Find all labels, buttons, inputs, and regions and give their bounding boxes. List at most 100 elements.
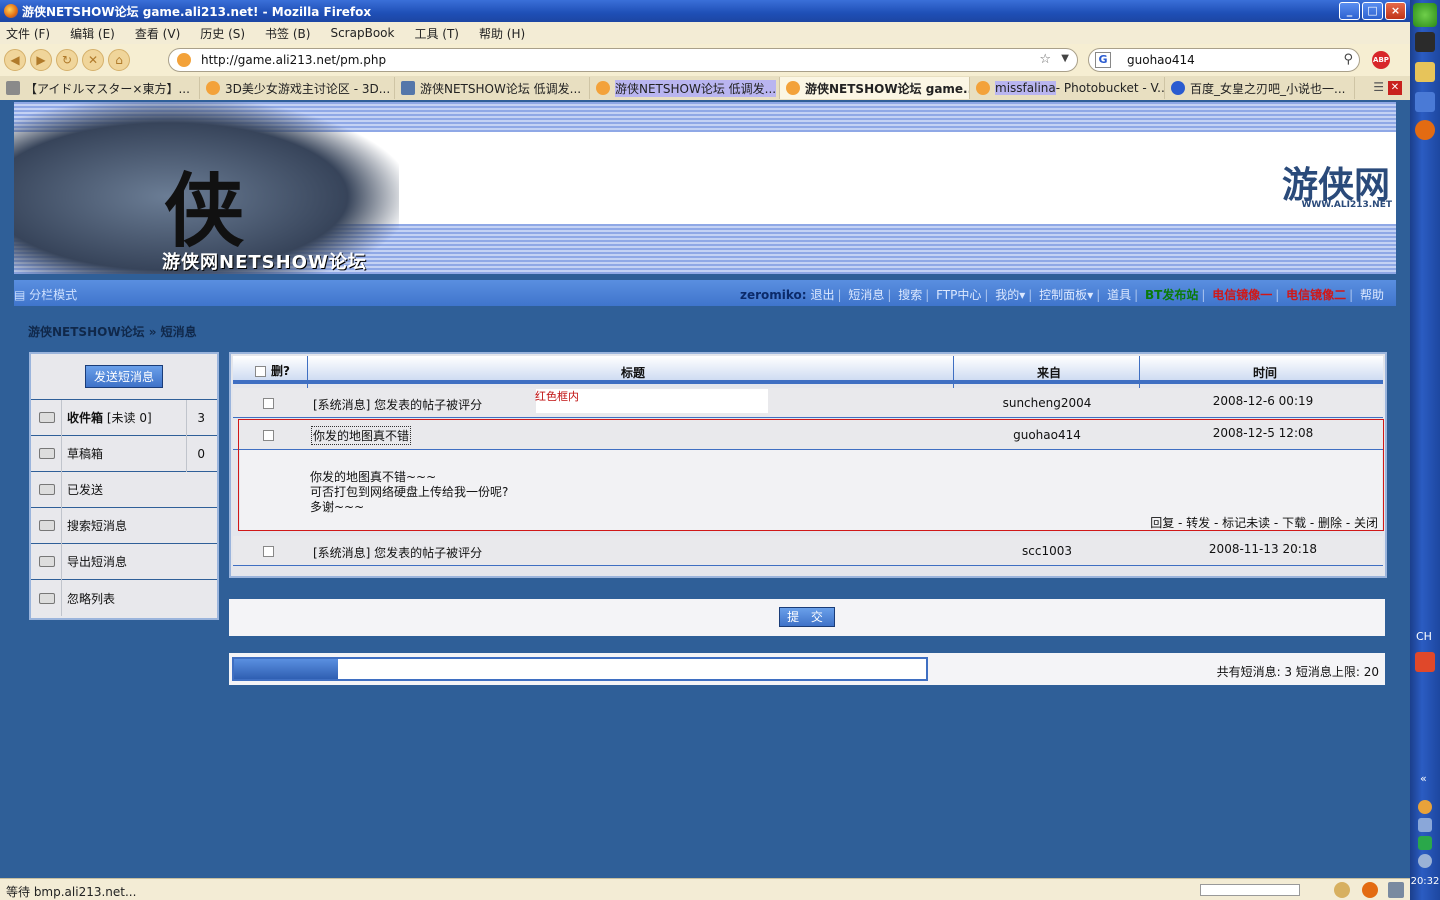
search-link[interactable]: 搜索	[898, 288, 922, 302]
taskbar-app-icon[interactable]	[1415, 32, 1435, 52]
pm-link[interactable]: 短消息	[848, 288, 884, 302]
help-link[interactable]: 帮助	[1360, 288, 1384, 302]
tab-bar: 【アイドルマスター×東方】... 3D美少女游戏主讨论区 - 3D... 游侠N…	[0, 76, 1410, 100]
stop-icon: ✕	[87, 53, 99, 67]
google-engine-icon[interactable]: G	[1095, 52, 1111, 68]
taskbar-app-icon[interactable]	[1415, 92, 1435, 112]
mirror-1-link[interactable]: 电信镜像一	[1212, 288, 1272, 302]
row-checkbox[interactable]	[263, 546, 274, 557]
tray-network-icon[interactable]	[1418, 818, 1432, 832]
column-mode-link[interactable]: ▤ 分栏模式	[14, 286, 77, 303]
sidebar-item-ignore[interactable]: 忽略列表	[31, 580, 217, 616]
banner-calligraphy: 侠	[164, 164, 244, 258]
breadcrumb[interactable]: 游侠NETSHOW论坛 » 短消息	[28, 323, 197, 340]
search-bar[interactable]: G guohao414 ⚲	[1088, 48, 1360, 72]
maximize-button[interactable]: □	[1362, 2, 1383, 20]
control-panel-link[interactable]: 控制面板	[1039, 288, 1087, 302]
language-indicator[interactable]: CH	[1416, 630, 1432, 643]
forum-nav-links: zeromiko: 退出 | 短消息 | 搜索 | FTP中心 | 我的▾ | 控制面板▾…	[740, 288, 1384, 302]
tab-3[interactable]: 游侠NETSHOW论坛 低调发...	[395, 77, 590, 99]
search-icon[interactable]: ⚲	[1343, 52, 1353, 67]
chevron-down-icon: ▾	[1019, 288, 1026, 302]
my-menu-link[interactable]: 我的	[995, 288, 1019, 302]
tab-list-icon[interactable]: ☰	[1373, 80, 1384, 94]
send-pm-button[interactable]: 发送短消息	[84, 365, 163, 388]
minimize-button[interactable]: _	[1339, 2, 1360, 20]
row-subject[interactable]: [系统消息] 您发表的帖子被评分	[313, 544, 482, 561]
firefox-icon	[4, 4, 18, 18]
search-input[interactable]: guohao414	[1127, 53, 1195, 67]
mirror-2-link[interactable]: 电信镜像二	[1286, 288, 1346, 302]
firefox-addon-icon[interactable]	[1362, 882, 1378, 898]
folder-icon	[39, 592, 55, 604]
row-from[interactable]: suncheng2004	[953, 396, 1141, 410]
menu-history[interactable]: 历史 (S)	[200, 25, 245, 42]
menu-edit[interactable]: 编辑 (E)	[70, 25, 115, 42]
start-button-icon[interactable]	[1413, 3, 1437, 27]
table-row[interactable]: [系统消息] 您发表的帖子被评分 scc1003 2008-11-13 20:1…	[233, 536, 1383, 566]
ftp-link[interactable]: FTP中心	[936, 288, 981, 302]
tray-app-icon[interactable]	[1418, 836, 1432, 850]
row-checkbox[interactable]	[263, 398, 274, 409]
menu-help[interactable]: 帮助 (H)	[479, 25, 525, 42]
tab-close-icon[interactable]: ✕	[1388, 81, 1402, 95]
tab-label-highlight: missfalina	[995, 81, 1056, 95]
addon-icon[interactable]	[1334, 882, 1350, 898]
sidebar-item-drafts[interactable]: 草稿箱 0	[31, 436, 217, 472]
window-controls: _ □ ×	[1339, 2, 1406, 20]
sidebar-item-export[interactable]: 导出短消息	[31, 544, 217, 580]
screen-capture-icon[interactable]	[1388, 882, 1404, 898]
row-subject[interactable]: [系统消息] 您发表的帖子被评分	[313, 396, 482, 413]
menu-file[interactable]: 文件 (F)	[6, 25, 50, 42]
stop-button[interactable]: ✕	[82, 49, 104, 71]
sidebar-item-label: 搜索短消息	[67, 519, 128, 533]
home-button[interactable]: ⌂	[108, 49, 130, 71]
tray-volume-icon[interactable]	[1418, 854, 1432, 868]
menu-bookmarks[interactable]: 书签 (B)	[265, 25, 310, 42]
sidebar-item-search[interactable]: 搜索短消息	[31, 508, 217, 544]
reload-button[interactable]: ↻	[56, 49, 78, 71]
input-method-icon[interactable]	[1415, 652, 1435, 672]
username[interactable]: zeromiko:	[740, 288, 807, 302]
quota-progress-track	[232, 657, 928, 681]
sidebar-item-count: 3	[197, 411, 205, 425]
url-bar[interactable]: http://game.ali213.net/pm.php ☆ ▼	[168, 48, 1078, 72]
url-text[interactable]: http://game.ali213.net/pm.php	[201, 53, 386, 67]
menu-view[interactable]: 查看 (V)	[135, 25, 180, 42]
tab-2[interactable]: 3D美少女游戏主讨论区 - 3D...	[200, 77, 395, 99]
folder-icon	[39, 556, 55, 567]
table-row[interactable]: [系统消息] 您发表的帖子被评分 suncheng2004 2008-12-6 …	[233, 388, 1383, 418]
props-link[interactable]: 道具	[1107, 288, 1131, 302]
sidebar-item-inbox[interactable]: 收件箱 [未读 0] 3	[31, 400, 217, 436]
header-subject: 标题	[621, 366, 646, 380]
url-dropdown-icon[interactable]: ▼	[1061, 53, 1069, 64]
menu-bar: 文件 (F) 编辑 (E) 查看 (V) 历史 (S) 书签 (B) Scrap…	[0, 22, 1410, 44]
menu-scrapbook[interactable]: ScrapBook	[330, 26, 394, 40]
bt-link[interactable]: BT发布站	[1145, 288, 1198, 302]
submit-button[interactable]: 提 交	[779, 607, 835, 627]
tray-expand-icon[interactable]: «	[1420, 772, 1427, 785]
tab-5-active[interactable]: 游侠NETSHOW论坛 game...	[780, 77, 970, 99]
close-button[interactable]: ×	[1385, 2, 1406, 20]
clock: 20:32	[1410, 876, 1440, 887]
sidebar-item-sent[interactable]: 已发送	[31, 472, 217, 508]
tab-4[interactable]: 游侠NETSHOW论坛 低调发...	[590, 77, 780, 99]
row-time: 2008-12-6 00:19	[1212, 394, 1314, 408]
menu-tools[interactable]: 工具 (T)	[414, 25, 459, 42]
tab-7[interactable]: 百度_女皇之刃吧_小说也一...	[1165, 77, 1355, 99]
back-button[interactable]: ◀	[4, 49, 26, 71]
folder-app-icon[interactable]	[1415, 62, 1435, 82]
tab-1[interactable]: 【アイドルマスター×東方】...	[0, 77, 200, 99]
send-pm-area: 发送短消息	[31, 354, 217, 400]
row-from[interactable]: scc1003	[953, 544, 1141, 558]
select-all-checkbox[interactable]	[255, 366, 266, 377]
logout-link[interactable]: 退出	[810, 288, 834, 302]
firefox-task-icon[interactable]	[1415, 120, 1435, 140]
sidebar-item-label: 草稿箱	[67, 447, 104, 461]
adblock-icon[interactable]: ABP	[1372, 51, 1390, 69]
tab-6[interactable]: missfalina - Photobucket - V...	[970, 77, 1165, 99]
tray-qq-icon[interactable]	[1418, 800, 1432, 814]
bookmark-star-icon[interactable]: ☆	[1039, 52, 1051, 67]
forward-button[interactable]: ▶	[30, 49, 52, 71]
site-favicon-icon	[177, 53, 191, 67]
